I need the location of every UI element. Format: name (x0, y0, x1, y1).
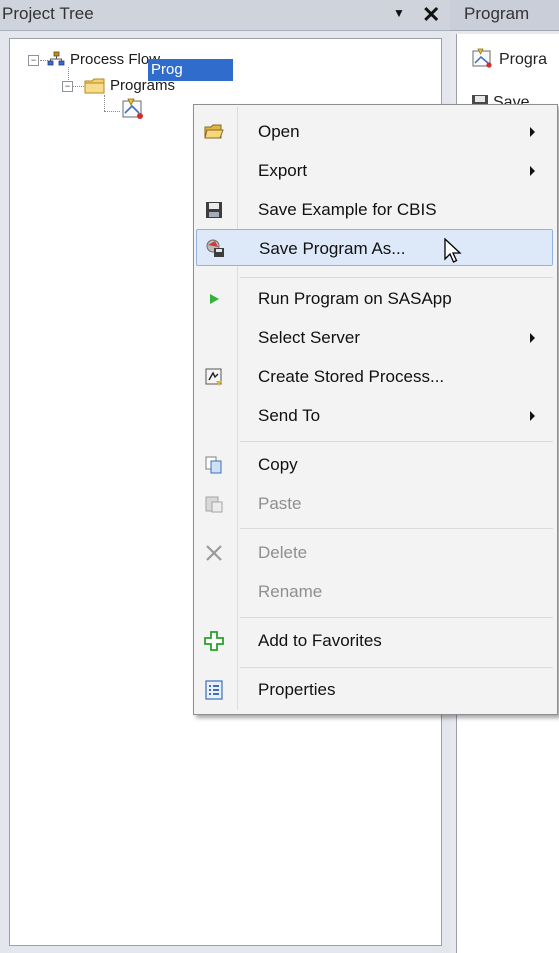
collapse-icon[interactable]: − (62, 81, 73, 92)
menu-item-label: Create Stored Process... (258, 367, 445, 386)
menu-item-delete[interactable]: Delete (196, 535, 553, 570)
project-tree-header: Project Tree ▼ ✕ (0, 0, 450, 31)
menu-item-label: Copy (258, 455, 298, 474)
menu-separator (240, 667, 553, 668)
menu-item-create-stored-process[interactable]: Create Stored Process... (196, 359, 553, 394)
stored-process-icon (205, 368, 222, 386)
add-favorite-icon (204, 631, 224, 651)
submenu-arrow-icon (530, 166, 535, 176)
menu-item-label: Delete (258, 543, 308, 562)
save-as-icon (206, 239, 224, 257)
menu-item-label: Export (258, 161, 308, 180)
menu-item-run-program[interactable]: Run Program on SASApp (196, 281, 553, 316)
menu-item-select-server[interactable]: Select Server (196, 320, 553, 355)
program-tab-label[interactable]: Progra (499, 51, 547, 69)
dropdown-arrow-icon[interactable]: ▼ (393, 6, 405, 20)
process-flow-icon (47, 51, 65, 66)
paste-icon (205, 496, 223, 513)
menu-item-properties[interactable]: Properties (196, 672, 553, 707)
menu-item-label: Save Example for CBIS (258, 200, 437, 219)
menu-item-open[interactable]: Open (196, 114, 553, 149)
menu-separator (240, 277, 553, 278)
tree-node-label: Process Flow (70, 51, 161, 68)
save-icon (206, 202, 222, 218)
folder-icon (84, 78, 105, 94)
menu-item-label: Save Program As... (259, 239, 406, 258)
menu-item-rename[interactable]: Rename (196, 574, 553, 609)
submenu-arrow-icon (530, 411, 535, 421)
copy-icon (205, 456, 222, 474)
menu-item-label: Run Program on SASApp (258, 289, 452, 308)
menu-item-save-program-as[interactable]: Save Program As... (196, 229, 553, 266)
menu-separator (240, 528, 553, 529)
selected-node-label[interactable]: Prog (148, 59, 233, 81)
menu-item-label: Send To (258, 406, 321, 425)
menu-item-label: Add to Favorites (258, 631, 382, 650)
submenu-arrow-icon (530, 333, 535, 343)
menu-item-copy[interactable]: Copy (196, 447, 553, 482)
menu-item-label: Rename (258, 582, 323, 601)
menu-item-export[interactable]: Export (196, 153, 553, 188)
properties-icon (205, 680, 223, 700)
delete-icon (206, 545, 222, 561)
menu-item-send-to[interactable]: Send To (196, 398, 553, 433)
panel-title: Project Tree (2, 4, 94, 23)
program-panel-title: Program (464, 4, 530, 23)
menu-separator (240, 441, 553, 442)
context-menu: Open Export Save Example for CBIS Save P… (193, 104, 558, 715)
menu-item-label: Open (258, 122, 300, 141)
menu-item-save-example-for-cbis[interactable]: Save Example for CBIS (196, 192, 553, 227)
close-icon[interactable]: ✕ (422, 0, 440, 30)
program-panel-header: Program (450, 0, 559, 31)
sas-program-icon (122, 98, 143, 119)
menu-item-paste[interactable]: Paste (196, 486, 553, 521)
menu-item-label: Select Server (258, 328, 361, 347)
collapse-icon[interactable]: − (28, 55, 39, 66)
submenu-arrow-icon (530, 127, 535, 137)
menu-separator (240, 617, 553, 618)
menu-item-label: Paste (258, 494, 302, 513)
menu-item-add-to-favorites[interactable]: Add to Favorites (196, 623, 553, 658)
mouse-cursor-icon (444, 238, 462, 263)
run-icon (210, 294, 219, 304)
open-folder-icon (204, 124, 224, 139)
sas-program-icon (472, 48, 492, 68)
menu-item-label: Properties (258, 680, 336, 699)
